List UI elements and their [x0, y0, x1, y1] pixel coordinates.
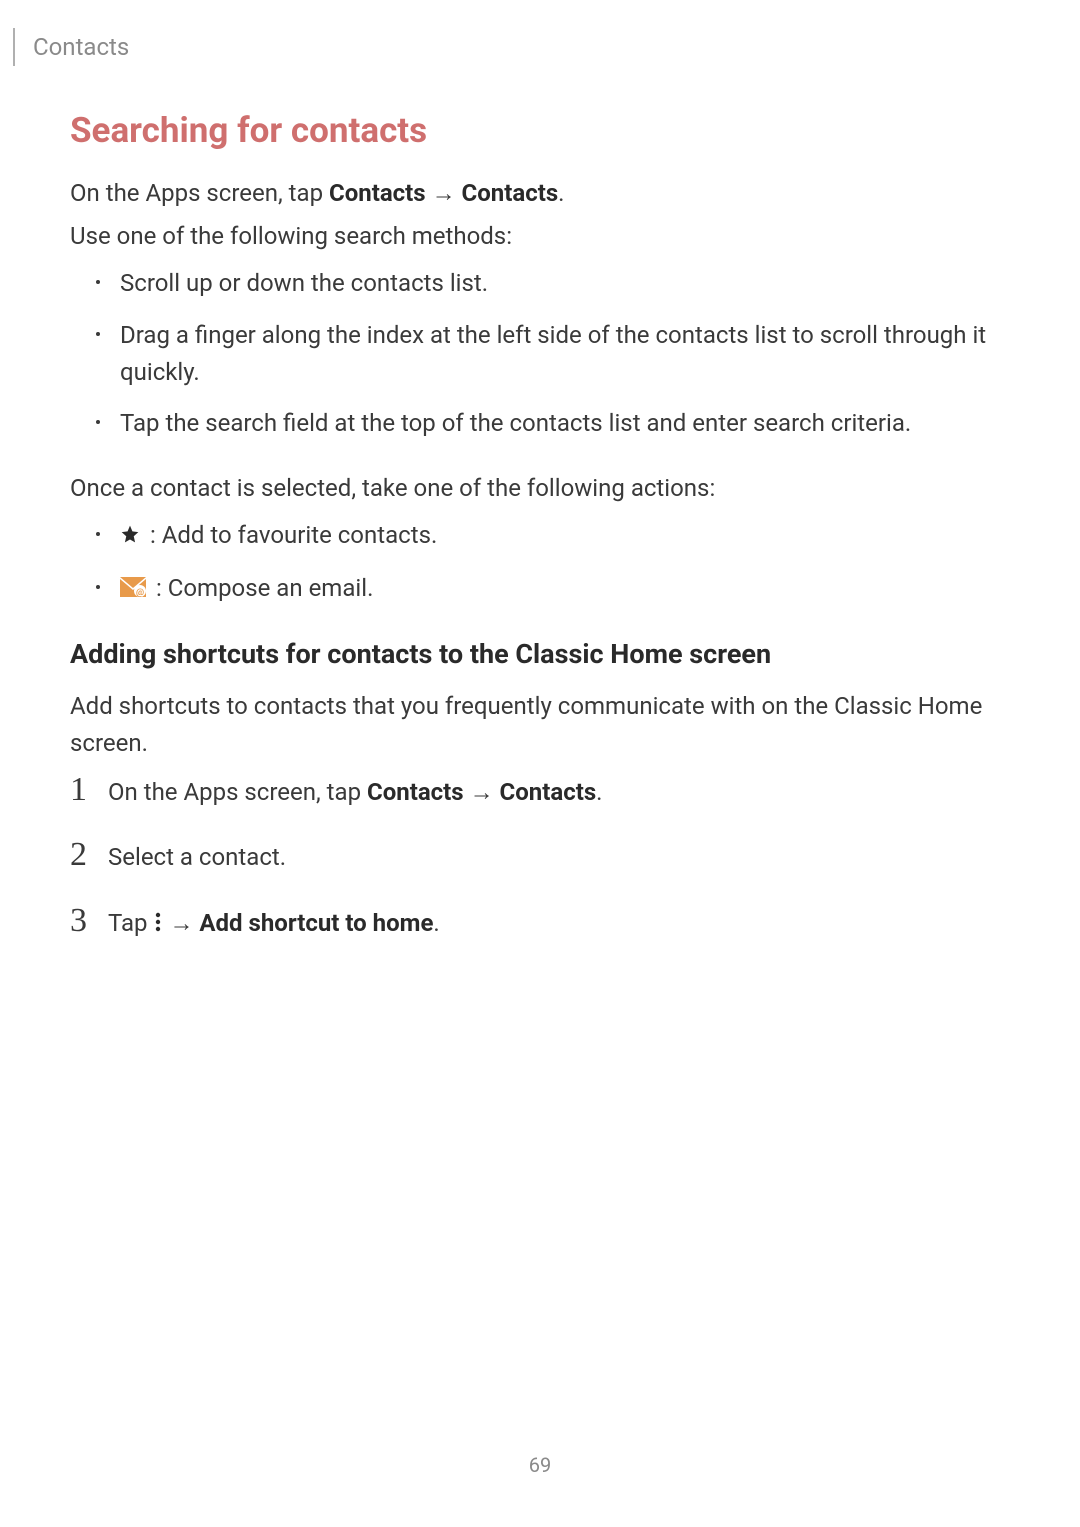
step-item: 1 On the Apps screen, tap Contacts → Con…: [70, 770, 1005, 811]
more-options-icon: [155, 906, 161, 943]
bullet-icon: [96, 332, 100, 336]
step-item: 2 Select a contact.: [70, 835, 1005, 876]
intro-bold-contacts-2: Contacts: [462, 179, 559, 207]
actions-intro: Once a contact is selected, take one of …: [70, 470, 1005, 507]
step-number: 1: [70, 773, 108, 807]
step-text: Select a contact.: [108, 835, 286, 876]
step-item: 3 Tap → Add shortcut to home.: [70, 901, 1005, 943]
subsection-title: Adding shortcuts for contacts to the Cla…: [70, 638, 1005, 670]
list-item: Tap the search field at the top of the c…: [70, 405, 1005, 442]
svg-text:@: @: [136, 588, 144, 597]
subsection-intro: Add shortcuts to contacts that you frequ…: [70, 688, 1005, 762]
step3-prefix: Tap: [108, 909, 153, 937]
page-number: 69: [0, 1453, 1080, 1477]
email-action-text: : Compose an email.: [150, 574, 373, 602]
actions-list: : Add to favourite contacts. @ : Compose…: [70, 517, 1005, 608]
arrow-icon: →: [163, 909, 199, 937]
breadcrumb: Contacts: [33, 33, 129, 61]
intro-paragraph: On the Apps screen, tap Contacts → Conta…: [70, 175, 1005, 212]
bullet-text: Tap the search field at the top of the c…: [120, 405, 911, 442]
intro-text: On the Apps screen, tap: [70, 179, 329, 207]
list-item: Scroll up or down the contacts list.: [70, 265, 1005, 302]
methods-intro: Use one of the following search methods:: [70, 218, 1005, 255]
list-item: @ : Compose an email.: [70, 570, 1005, 608]
email-icon: @: [120, 571, 146, 608]
search-methods-list: Scroll up or down the contacts list. Dra…: [70, 265, 1005, 442]
step1-bold-2: Contacts: [500, 778, 597, 806]
step-number: 3: [70, 904, 108, 938]
section-title: Searching for contacts: [70, 110, 1005, 151]
step3-suffix: .: [433, 909, 439, 937]
bullet-icon: [96, 532, 100, 536]
list-item: : Add to favourite contacts.: [70, 517, 1005, 555]
star-icon: [120, 518, 140, 555]
arrow-icon: →: [464, 778, 500, 806]
bullet-text: Drag a finger along the index at the lef…: [120, 317, 1005, 391]
bullet-icon: [96, 420, 100, 424]
step1-bold-1: Contacts: [367, 778, 464, 806]
step-number: 2: [70, 838, 108, 872]
step1-prefix: On the Apps screen, tap: [108, 778, 367, 806]
intro-period: .: [558, 179, 564, 207]
arrow-icon: →: [426, 179, 462, 207]
step-text: On the Apps screen, tap Contacts → Conta…: [108, 770, 602, 811]
steps-list: 1 On the Apps screen, tap Contacts → Con…: [70, 770, 1005, 943]
star-action-text: : Add to favourite contacts.: [144, 521, 437, 549]
list-item: Drag a finger along the index at the lef…: [70, 317, 1005, 391]
header-divider: [13, 28, 15, 66]
intro-bold-contacts-1: Contacts: [329, 179, 426, 207]
bullet-text: : Add to favourite contacts.: [120, 517, 437, 555]
bullet-text: Scroll up or down the contacts list.: [120, 265, 488, 302]
bullet-icon: [96, 280, 100, 284]
bullet-text: @ : Compose an email.: [120, 570, 373, 608]
step1-suffix: .: [596, 778, 602, 806]
content-area: Searching for contacts On the Apps scree…: [70, 110, 1005, 967]
page-header: Contacts: [13, 28, 129, 66]
step3-bold: Add shortcut to home: [199, 909, 433, 937]
bullet-icon: [96, 585, 100, 589]
step-text: Tap → Add shortcut to home.: [108, 901, 440, 943]
